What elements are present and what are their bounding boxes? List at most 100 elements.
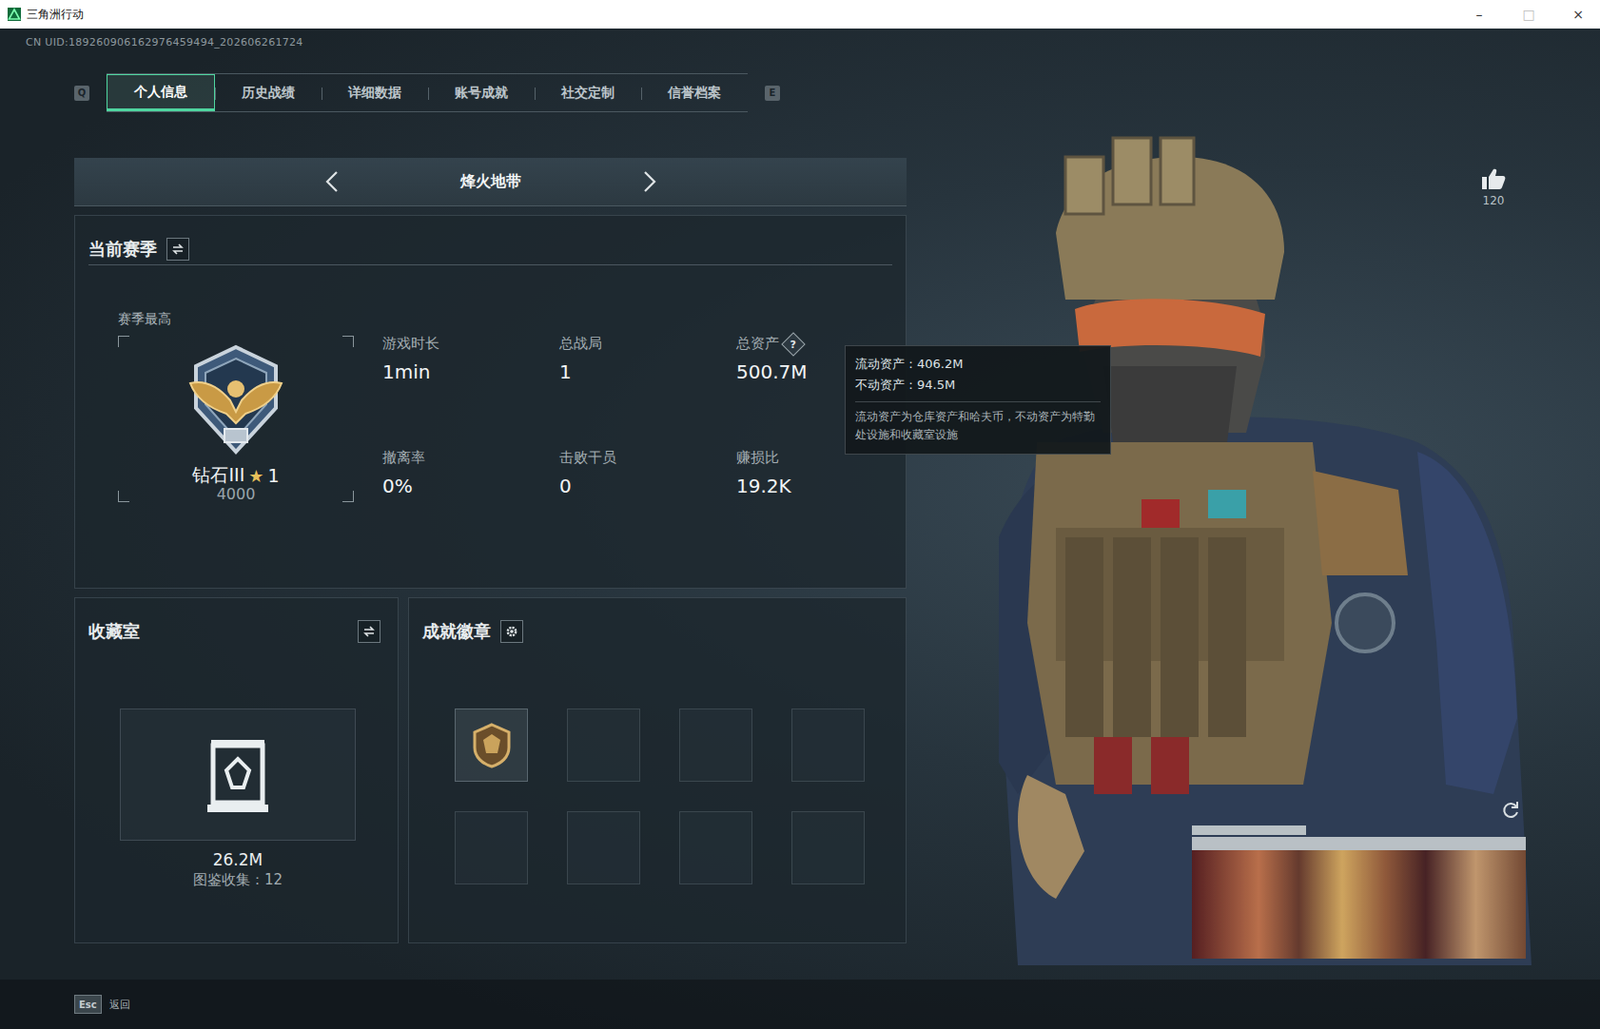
- badge-slot[interactable]: [679, 708, 753, 782]
- frame-corner: [342, 490, 354, 503]
- stat: 游戏时长 1min: [382, 334, 560, 449]
- badge-slot[interactable]: [566, 811, 641, 885]
- next-mode-button[interactable]: [638, 167, 662, 196]
- like-count: 120: [1482, 194, 1505, 208]
- help-button[interactable]: ?: [780, 331, 805, 356]
- stat-value: 0: [559, 474, 737, 498]
- panel-header: 成就徽章: [422, 598, 893, 648]
- help-glyph: ?: [790, 337, 797, 351]
- tab-label: 账号成就: [454, 84, 508, 102]
- achievements-panel: 成就徽章: [408, 597, 907, 944]
- stat: 撤离率 0%: [382, 448, 560, 564]
- swap-button[interactable]: [357, 620, 381, 644]
- badge-slot[interactable]: [679, 811, 753, 885]
- mode-label: 烽火地带: [343, 172, 639, 193]
- stat: 击败干员 0: [559, 448, 737, 564]
- refresh-icon[interactable]: [1499, 799, 1522, 822]
- frame-corner: [117, 335, 130, 348]
- tooltip-line: 不动资产：94.5M: [855, 374, 1101, 396]
- tab[interactable]: 详细数据: [321, 74, 429, 112]
- stat-label: 击败干员: [559, 448, 737, 468]
- blurred-card-title: [1191, 825, 1307, 836]
- stat-label-text: 撤离率: [382, 448, 426, 468]
- tab-label: 个人信息: [134, 83, 188, 101]
- tabs-row: Q 个人信息 历史战绩 详细数据 账号成就 社交定制信誉档案 E: [74, 73, 1600, 113]
- badge-slot[interactable]: [791, 811, 865, 885]
- badge-slot[interactable]: [791, 708, 865, 782]
- tab[interactable]: 信誉档案: [641, 74, 748, 112]
- stats-grid: 游戏时长1min总战局1总资产?500.7M撤离率0%击败干员0赚损比19.2K: [382, 265, 914, 564]
- badge-slot[interactable]: [566, 708, 641, 782]
- tab-label: 详细数据: [348, 84, 402, 102]
- chevron-left-icon: [322, 169, 342, 195]
- swap-icon: [362, 624, 376, 639]
- best-label: 赛季最高: [117, 311, 354, 329]
- rank-badge-icon: [176, 341, 295, 460]
- maximize-button[interactable]: □: [1506, 0, 1551, 29]
- asset-tooltip: 流动资产：406.2M不动资产：94.5M流动资产为仓库资产和哈夫币，不动资产为…: [844, 345, 1112, 455]
- stat-label-text: 游戏时长: [382, 334, 440, 353]
- esc-key[interactable]: Esc: [74, 995, 102, 1015]
- minimize-button[interactable]: –: [1457, 0, 1502, 29]
- mode-selector: 烽火地带: [74, 157, 907, 207]
- season-panel: 当前赛季赛季最高钻石III★14000游戏时长1min总战局1总资产?500.7…: [74, 214, 907, 589]
- rank-star: ★: [248, 466, 264, 487]
- stat-label-text: 赚损比: [736, 448, 780, 468]
- stat: 赚损比 19.2K: [736, 448, 914, 564]
- stat-value: 0%: [382, 474, 560, 498]
- rank-frame: 钻石III★1: [117, 335, 354, 503]
- frame-corner: [342, 335, 354, 348]
- stat-value: 1: [559, 360, 737, 384]
- swap-button[interactable]: [166, 237, 190, 261]
- collection-value: 26.2M: [119, 850, 356, 870]
- tab-label: 历史战绩: [241, 84, 295, 102]
- rank-stars: 1: [267, 465, 279, 487]
- tab[interactable]: 历史战绩: [214, 74, 322, 112]
- badge-slot[interactable]: [454, 811, 528, 885]
- stat-label: 撤离率: [382, 448, 560, 468]
- uid-label: CN UID:189260906162976459494_20260626172…: [0, 28, 1600, 50]
- rank-title: 钻石III: [192, 463, 245, 488]
- tab[interactable]: 个人信息: [106, 74, 215, 112]
- tab[interactable]: 社交定制: [534, 74, 642, 112]
- badge-slots: [454, 708, 893, 885]
- prev-mode-button[interactable]: [320, 167, 344, 196]
- tooltip-divider: [855, 401, 1101, 403]
- settings-button[interactable]: [500, 620, 524, 644]
- stat-value: 19.2K: [736, 474, 914, 498]
- achievement-badge-icon: [470, 722, 513, 769]
- stat-value: 1min: [382, 360, 560, 384]
- stat-label-text: 总资产: [736, 334, 780, 353]
- badge-slot[interactable]: [454, 708, 528, 782]
- rank-score: 4000: [117, 485, 354, 504]
- close-button[interactable]: ×: [1556, 0, 1600, 29]
- collection-count: 图鉴收集：12: [119, 871, 356, 890]
- back-label[interactable]: 返回: [109, 997, 131, 1013]
- game-screen: CN UID:189260906162976459494_20260626172…: [0, 28, 1600, 1029]
- bottom-row: 收藏室 26.2M图鉴收集：12 成就徽章: [74, 597, 907, 944]
- panel-title: 收藏室: [88, 620, 140, 644]
- next-tab-key[interactable]: E: [764, 85, 781, 101]
- collection-showcase[interactable]: [119, 708, 356, 841]
- tab[interactable]: 账号成就: [428, 74, 535, 112]
- stat-label: 游戏时长: [382, 334, 560, 353]
- season-body: 赛季最高钻石III★14000游戏时长1min总战局1总资产?500.7M撤离率…: [88, 265, 893, 564]
- panel-title: 当前赛季: [88, 237, 157, 261]
- season-best: 赛季最高钻石III★14000: [117, 265, 354, 504]
- frame-corner: [117, 490, 130, 503]
- tab-bar: 个人信息 历史战绩 详细数据 账号成就 社交定制信誉档案: [106, 73, 748, 113]
- title-bar: 三角洲行动 –□×: [0, 0, 1600, 29]
- chevron-right-icon: [640, 169, 660, 195]
- gear-icon: [505, 624, 519, 639]
- display-case-icon: [203, 732, 273, 819]
- window-title: 三角洲行动: [26, 6, 84, 23]
- prev-tab-key[interactable]: Q: [74, 85, 90, 101]
- app-logo-icon: [7, 7, 21, 21]
- blurred-card: [1191, 837, 1526, 959]
- panel-title: 成就徽章: [422, 620, 491, 644]
- swap-icon: [171, 242, 185, 256]
- like-button[interactable]: 120: [1472, 167, 1515, 208]
- footer-bar: Esc 返回: [0, 979, 1600, 1029]
- stat-label-text: 总战局: [559, 334, 603, 353]
- collection-panel: 收藏室 26.2M图鉴收集：12: [74, 597, 399, 944]
